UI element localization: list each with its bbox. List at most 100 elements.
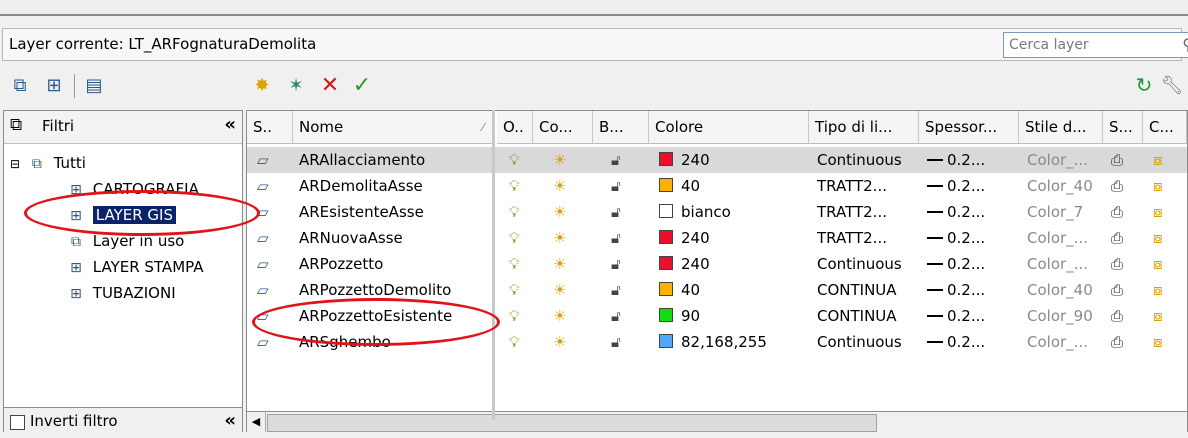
unlocked-icon[interactable]: 🔓︎ xyxy=(611,225,621,251)
horizontal-scrollbar[interactable]: ◀ xyxy=(247,411,1187,432)
layer-name[interactable]: ARDemolitaAsse xyxy=(299,173,423,199)
layer-plotstyle[interactable]: Color_40 xyxy=(1027,277,1093,303)
layer-plotstyle[interactable]: Color_... xyxy=(1027,329,1088,355)
search-layer-input[interactable]: Cerca layer ⚲ xyxy=(1003,32,1188,58)
col-plotstyle[interactable]: Stile d... xyxy=(1019,111,1103,144)
layer-color[interactable]: 240 xyxy=(659,251,710,277)
new-vp-freeze-icon[interactable]: ⧇ xyxy=(1153,199,1163,225)
col-on[interactable]: O.. xyxy=(497,111,533,144)
col-lock[interactable]: B... xyxy=(593,111,649,144)
sun-thawed-icon[interactable]: ☀ xyxy=(553,199,566,225)
layer-name[interactable]: ARNuovaAsse xyxy=(299,225,403,251)
layer-row[interactable]: ▱ ARAllacciamento 💡︎ ☀ 🔓︎ 240 Continuous 0.2...… xyxy=(247,147,1187,173)
sun-thawed-icon[interactable]: ☀ xyxy=(553,251,566,277)
printer-icon[interactable]: ⎙ xyxy=(1111,251,1123,277)
printer-icon[interactable]: ⎙ xyxy=(1111,173,1123,199)
layer-plotstyle[interactable]: Color_... xyxy=(1027,251,1088,277)
layer-row[interactable]: ▱ ARPozzettoEsistente 💡︎ ☀ 🔓︎ 90 CONTINUA 0.2..… xyxy=(247,303,1187,329)
new-group-filter-icon[interactable]: ⊞ xyxy=(42,73,66,97)
layer-linetype[interactable]: Continuous xyxy=(817,147,902,173)
layer-linetype[interactable]: CONTINUA xyxy=(817,277,897,303)
sun-thawed-icon[interactable]: ☀ xyxy=(553,277,566,303)
layer-row[interactable]: ▱ ARSghembo 💡︎ ☀ 🔓︎ 82,168,255 Continuous 0.2..… xyxy=(247,329,1187,355)
layer-plotstyle[interactable]: Color_7 xyxy=(1027,199,1083,225)
unlocked-icon[interactable]: 🔓︎ xyxy=(611,329,621,355)
tree-item-layer-stampa[interactable]: ⊞ LAYER STAMPA xyxy=(64,255,203,279)
tree-item-layer-gis[interactable]: ⊞ LAYER GIS xyxy=(64,203,176,227)
col-color[interactable]: Colore xyxy=(649,111,809,144)
layer-row[interactable]: ▱ ARPozzetto 💡︎ ☀ 🔓︎ 240 Continuous 0.2... Color… xyxy=(247,251,1187,277)
lightbulb-on-icon[interactable]: 💡︎ xyxy=(509,329,520,355)
layer-row[interactable]: ▱ ARPozzettoDemolito 💡︎ ☀ 🔓︎ 40 CONTINUA 0.2...… xyxy=(247,277,1187,303)
layer-name[interactable]: ARPozzettoEsistente xyxy=(299,303,452,329)
refresh-icon[interactable]: ↻ xyxy=(1132,73,1156,97)
unlocked-icon[interactable]: 🔓︎ xyxy=(611,199,621,225)
layer-states-manager-icon[interactable]: ▤ xyxy=(82,73,106,97)
new-vp-freeze-icon[interactable]: ⧇ xyxy=(1153,225,1163,251)
layer-lineweight[interactable]: 0.2... xyxy=(947,147,985,173)
lightbulb-on-icon[interactable]: 💡︎ xyxy=(509,277,520,303)
tree-item-tubazioni[interactable]: ⊞ TUBAZIONI xyxy=(64,281,176,305)
tree-item-layer-in-uso[interactable]: ⧉ Layer in uso xyxy=(64,229,184,253)
layer-name[interactable]: ARSghembo xyxy=(299,329,391,355)
col-plot[interactable]: S... xyxy=(1103,111,1143,144)
lightbulb-on-icon[interactable]: 💡︎ xyxy=(509,173,520,199)
layer-name[interactable]: AREsistenteAsse xyxy=(299,199,424,225)
layer-color[interactable]: 82,168,255 xyxy=(659,329,767,355)
new-vp-freeze-icon[interactable]: ⧇ xyxy=(1153,303,1163,329)
layer-linetype[interactable]: TRATT2... xyxy=(817,225,887,251)
layer-color[interactable]: 240 xyxy=(659,147,710,173)
layer-row[interactable]: ▱ ARDemolitaAsse 💡︎ ☀ 🔓︎ 40 TRATT2... 0.2... Col… xyxy=(247,173,1187,199)
col-newvp[interactable]: C... xyxy=(1143,111,1187,144)
settings-wrench-icon[interactable]: 🔧︎ xyxy=(1160,73,1184,97)
col-lineweight[interactable]: Spessor... xyxy=(919,111,1019,144)
tree-root-tutti[interactable]: ⊟ ⧉ Tutti xyxy=(10,151,86,175)
sun-thawed-icon[interactable]: ☀ xyxy=(553,173,566,199)
pane-splitter[interactable] xyxy=(492,110,495,420)
printer-icon[interactable]: ⎙ xyxy=(1111,277,1123,303)
new-layer-icon[interactable]: ✸ xyxy=(250,73,274,97)
new-vp-freeze-icon[interactable]: ⧇ xyxy=(1153,173,1163,199)
layer-plotstyle[interactable]: Color_... xyxy=(1027,147,1088,173)
sun-thawed-icon[interactable]: ☀ xyxy=(553,303,566,329)
layer-lineweight[interactable]: 0.2... xyxy=(947,251,985,277)
layer-lineweight[interactable]: 0.2... xyxy=(947,277,985,303)
layer-plotstyle[interactable]: Color_90 xyxy=(1027,303,1093,329)
new-layer-vp-frozen-icon[interactable]: ✶ xyxy=(284,73,308,97)
unlocked-icon[interactable]: 🔓︎ xyxy=(611,303,621,329)
sun-thawed-icon[interactable]: ☀ xyxy=(553,147,566,173)
layer-name[interactable]: ARPozzettoDemolito xyxy=(299,277,451,303)
layer-name[interactable]: ARAllacciamento xyxy=(299,147,425,173)
layer-plotstyle[interactable]: Color_40 xyxy=(1027,173,1093,199)
col-name[interactable]: Nome ⁄ xyxy=(293,111,493,144)
lightbulb-on-icon[interactable]: 💡︎ xyxy=(509,199,520,225)
col-linetype[interactable]: Tipo di li... xyxy=(809,111,919,144)
collapse-tree-icon[interactable]: ⊟ xyxy=(10,157,20,171)
unlocked-icon[interactable]: 🔓︎ xyxy=(611,147,621,173)
layer-color[interactable]: 40 xyxy=(659,173,700,199)
layer-lineweight[interactable]: 0.2... xyxy=(947,225,985,251)
layer-name[interactable]: ARPozzetto xyxy=(299,251,383,277)
new-vp-freeze-icon[interactable]: ⧇ xyxy=(1153,277,1163,303)
new-vp-freeze-icon[interactable]: ⧇ xyxy=(1153,329,1163,355)
tree-item-cartografia[interactable]: ⊞ CARTOGRAFIA xyxy=(64,177,199,201)
layer-row[interactable]: ▱ ARNuovaAsse 💡︎ ☀ 🔓︎ 240 TRATT2... 0.2... Color… xyxy=(247,225,1187,251)
delete-layer-icon[interactable]: ✕ xyxy=(318,73,342,98)
layer-lineweight[interactable]: 0.2... xyxy=(947,329,985,355)
layer-linetype[interactable]: Continuous xyxy=(817,329,902,355)
invert-filter-checkbox[interactable] xyxy=(10,415,25,430)
scroll-left-icon[interactable]: ◀ xyxy=(247,412,266,432)
col-freeze[interactable]: Co... xyxy=(533,111,593,144)
layer-color[interactable]: 90 xyxy=(659,303,700,329)
layer-plotstyle[interactable]: Color_... xyxy=(1027,225,1088,251)
printer-icon[interactable]: ⎙ xyxy=(1111,225,1123,251)
new-property-filter-icon[interactable]: ⧉ xyxy=(8,73,32,97)
printer-icon[interactable]: ⎙ xyxy=(1111,303,1123,329)
new-vp-freeze-icon[interactable]: ⧇ xyxy=(1153,251,1163,277)
lightbulb-on-icon[interactable]: 💡︎ xyxy=(509,147,520,173)
collapse-panel-button[interactable]: « xyxy=(224,410,236,431)
new-vp-freeze-icon[interactable]: ⧇ xyxy=(1153,147,1163,173)
printer-icon[interactable]: ⎙ xyxy=(1111,199,1123,225)
col-status[interactable]: S.. xyxy=(247,111,293,144)
layer-lineweight[interactable]: 0.2... xyxy=(947,303,985,329)
